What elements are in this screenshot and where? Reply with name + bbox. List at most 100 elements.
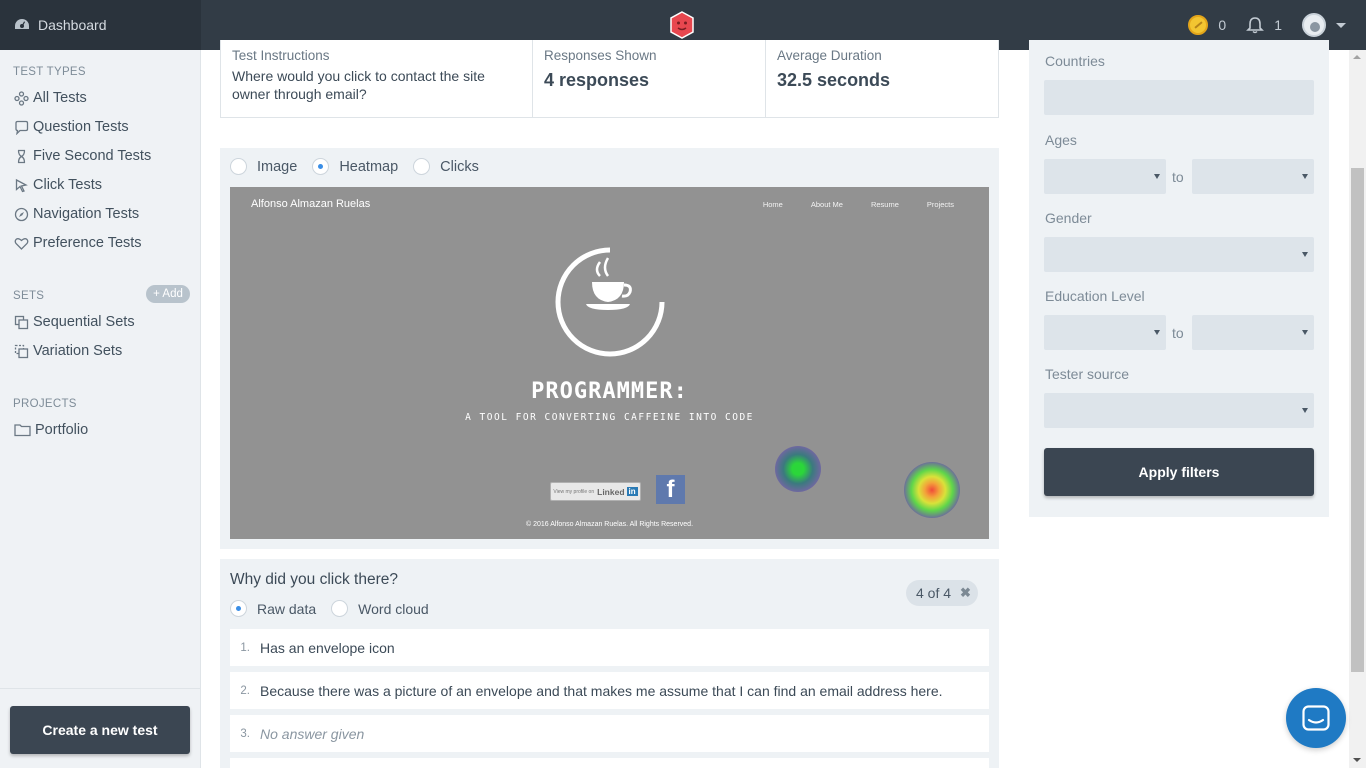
view-raw-data[interactable]: Raw data xyxy=(230,600,316,617)
view-word-cloud[interactable]: Word cloud xyxy=(331,600,429,617)
close-icon[interactable]: ✖ xyxy=(960,585,971,601)
dashed-squares-icon xyxy=(13,343,29,359)
dashboard-gauge-icon xyxy=(15,19,29,29)
compass-icon xyxy=(13,206,29,222)
test-types-heading: TEST TYPES xyxy=(13,66,86,78)
create-new-test-button[interactable]: Create a new test xyxy=(10,706,190,754)
folder-icon xyxy=(13,422,31,438)
apply-filters-button[interactable]: Apply filters xyxy=(1044,448,1314,496)
responses-label: Responses Shown xyxy=(544,48,657,63)
raw-data-radio[interactable] xyxy=(230,600,247,617)
countries-input[interactable] xyxy=(1044,80,1314,115)
duration-value: 32.5 seconds xyxy=(777,70,891,90)
answer-text: Because there was a picture of an envelo… xyxy=(260,682,943,699)
ages-to-label: to xyxy=(1172,169,1184,185)
gender-select[interactable] xyxy=(1044,237,1314,272)
scroll-up-arrow-icon[interactable] xyxy=(1353,55,1361,59)
scroll-down-arrow-icon[interactable] xyxy=(1353,758,1361,762)
coin-icon xyxy=(1188,15,1209,35)
hourglass-icon xyxy=(13,148,29,164)
coffee-cup-logo-icon xyxy=(555,247,665,357)
user-menu[interactable] xyxy=(1302,13,1346,37)
dashboard-link[interactable]: Dashboard xyxy=(0,0,201,50)
instructions-label: Test Instructions xyxy=(232,48,330,63)
add-set-button[interactable]: + Add xyxy=(146,285,190,303)
duration-label: Average Duration xyxy=(777,48,882,63)
response-count-badge: 4 of 4 ✖ xyxy=(906,580,978,606)
scroll-thumb[interactable] xyxy=(1351,168,1364,672)
site-name: Alfonso Almazan Ruelas xyxy=(251,198,371,210)
sidebar-item-label: Five Second Tests xyxy=(33,148,152,164)
site-headline: PROGRAMMER: xyxy=(531,379,688,404)
sidebar-item-label: Preference Tests xyxy=(33,235,142,251)
answer-row: 1. Has an envelope icon xyxy=(230,629,989,666)
sidebar-item-label: Variation Sets xyxy=(33,343,123,359)
sidebar-item-variation-sets[interactable]: Variation Sets xyxy=(13,343,122,359)
word-cloud-radio[interactable] xyxy=(331,600,349,617)
coins-indicator[interactable]: 0 xyxy=(1188,15,1226,35)
education-from-select[interactable] xyxy=(1044,315,1166,350)
test-screenshot: Alfonso Almazan Ruelas Home About Me Res… xyxy=(230,187,989,539)
page-scrollbar[interactable] xyxy=(1349,50,1366,768)
heatmap-radio[interactable] xyxy=(312,158,330,175)
sidebar-item-navigation-tests[interactable]: Navigation Tests xyxy=(13,206,139,222)
image-label: Image xyxy=(257,158,298,175)
question-panel: Why did you click there? Raw data Word c… xyxy=(220,559,999,768)
answer-row: 3. No answer given xyxy=(230,715,989,752)
results-panel: Image Heatmap Clicks Alfonso Almazan Rue… xyxy=(220,148,999,549)
education-to-select[interactable] xyxy=(1192,315,1314,350)
education-label: Education Level xyxy=(1045,288,1145,304)
sidebar-item-click-tests[interactable]: Click Tests xyxy=(13,177,102,193)
sidebar-item-label: All Tests xyxy=(33,90,87,106)
sidebar-item-five-second-tests[interactable]: Five Second Tests xyxy=(13,148,151,164)
linkedin-in: in xyxy=(626,487,638,496)
sidebar-item-sequential-sets[interactable]: Sequential Sets xyxy=(13,314,135,330)
duration-cell: Average Duration 32.5 seconds xyxy=(766,40,998,117)
view-mode-clicks[interactable]: Clicks xyxy=(413,158,479,175)
linkedin-label: View my profile on xyxy=(553,488,595,495)
answer-number: 3. xyxy=(240,727,250,740)
chat-icon xyxy=(1302,705,1330,731)
cursor-icon xyxy=(13,177,29,193)
responses-value: 4 responses xyxy=(544,70,650,90)
heatmap-spot xyxy=(775,446,821,492)
sidebar-item-question-tests[interactable]: Question Tests xyxy=(13,119,129,135)
heatmap-label: Heatmap xyxy=(339,158,399,175)
sidebar-item-label: Sequential Sets xyxy=(33,314,135,330)
age-from-select[interactable] xyxy=(1044,159,1166,194)
chat-launcher-button[interactable] xyxy=(1286,688,1346,748)
view-mode-heatmap[interactable]: Heatmap xyxy=(312,158,398,175)
sidebar-item-all-tests[interactable]: All Tests xyxy=(13,90,87,106)
age-to-select[interactable] xyxy=(1192,159,1314,194)
view-mode-image[interactable]: Image xyxy=(230,158,297,175)
linkedin-badge: View my profile on Linked in xyxy=(550,482,641,501)
site-nav: Home About Me Resume Projects xyxy=(735,200,954,209)
stacked-squares-icon xyxy=(13,314,29,330)
clicks-radio[interactable] xyxy=(413,158,431,175)
heatmap-spot xyxy=(904,462,960,518)
sidebar-item-portfolio[interactable]: Portfolio xyxy=(13,422,88,438)
sidebar-item-preference-tests[interactable]: Preference Tests xyxy=(13,235,142,251)
sidebar-item-label: Portfolio xyxy=(35,422,89,438)
clicks-label: Clicks xyxy=(440,158,479,175)
facebook-icon: f xyxy=(656,475,685,504)
answer-view-selector: Raw data Word cloud xyxy=(230,600,444,617)
sidebar: TEST TYPES All Tests Question Tests Five… xyxy=(0,50,201,768)
answer-text: No answer given xyxy=(260,725,365,742)
responses-cell: Responses Shown 4 responses xyxy=(533,40,766,117)
image-radio[interactable] xyxy=(230,158,247,175)
heart-icon xyxy=(13,235,29,251)
answer-row: 2. Because there was a picture of an env… xyxy=(230,672,989,709)
tester-source-select[interactable] xyxy=(1044,393,1314,428)
countries-label: Countries xyxy=(1045,53,1105,69)
facebook-glyph: f xyxy=(666,476,675,503)
cluster-icon xyxy=(13,90,29,106)
notifications-indicator[interactable]: 1 xyxy=(1246,16,1282,34)
speech-bubble-icon xyxy=(13,119,29,135)
answer-row xyxy=(230,758,989,768)
notifications-count: 1 xyxy=(1274,17,1282,33)
view-mode-selector: Image Heatmap Clicks xyxy=(230,158,494,175)
dashboard-label: Dashboard xyxy=(38,17,107,33)
sidebar-item-label: Question Tests xyxy=(33,119,129,135)
app-logo-icon[interactable] xyxy=(669,11,695,39)
